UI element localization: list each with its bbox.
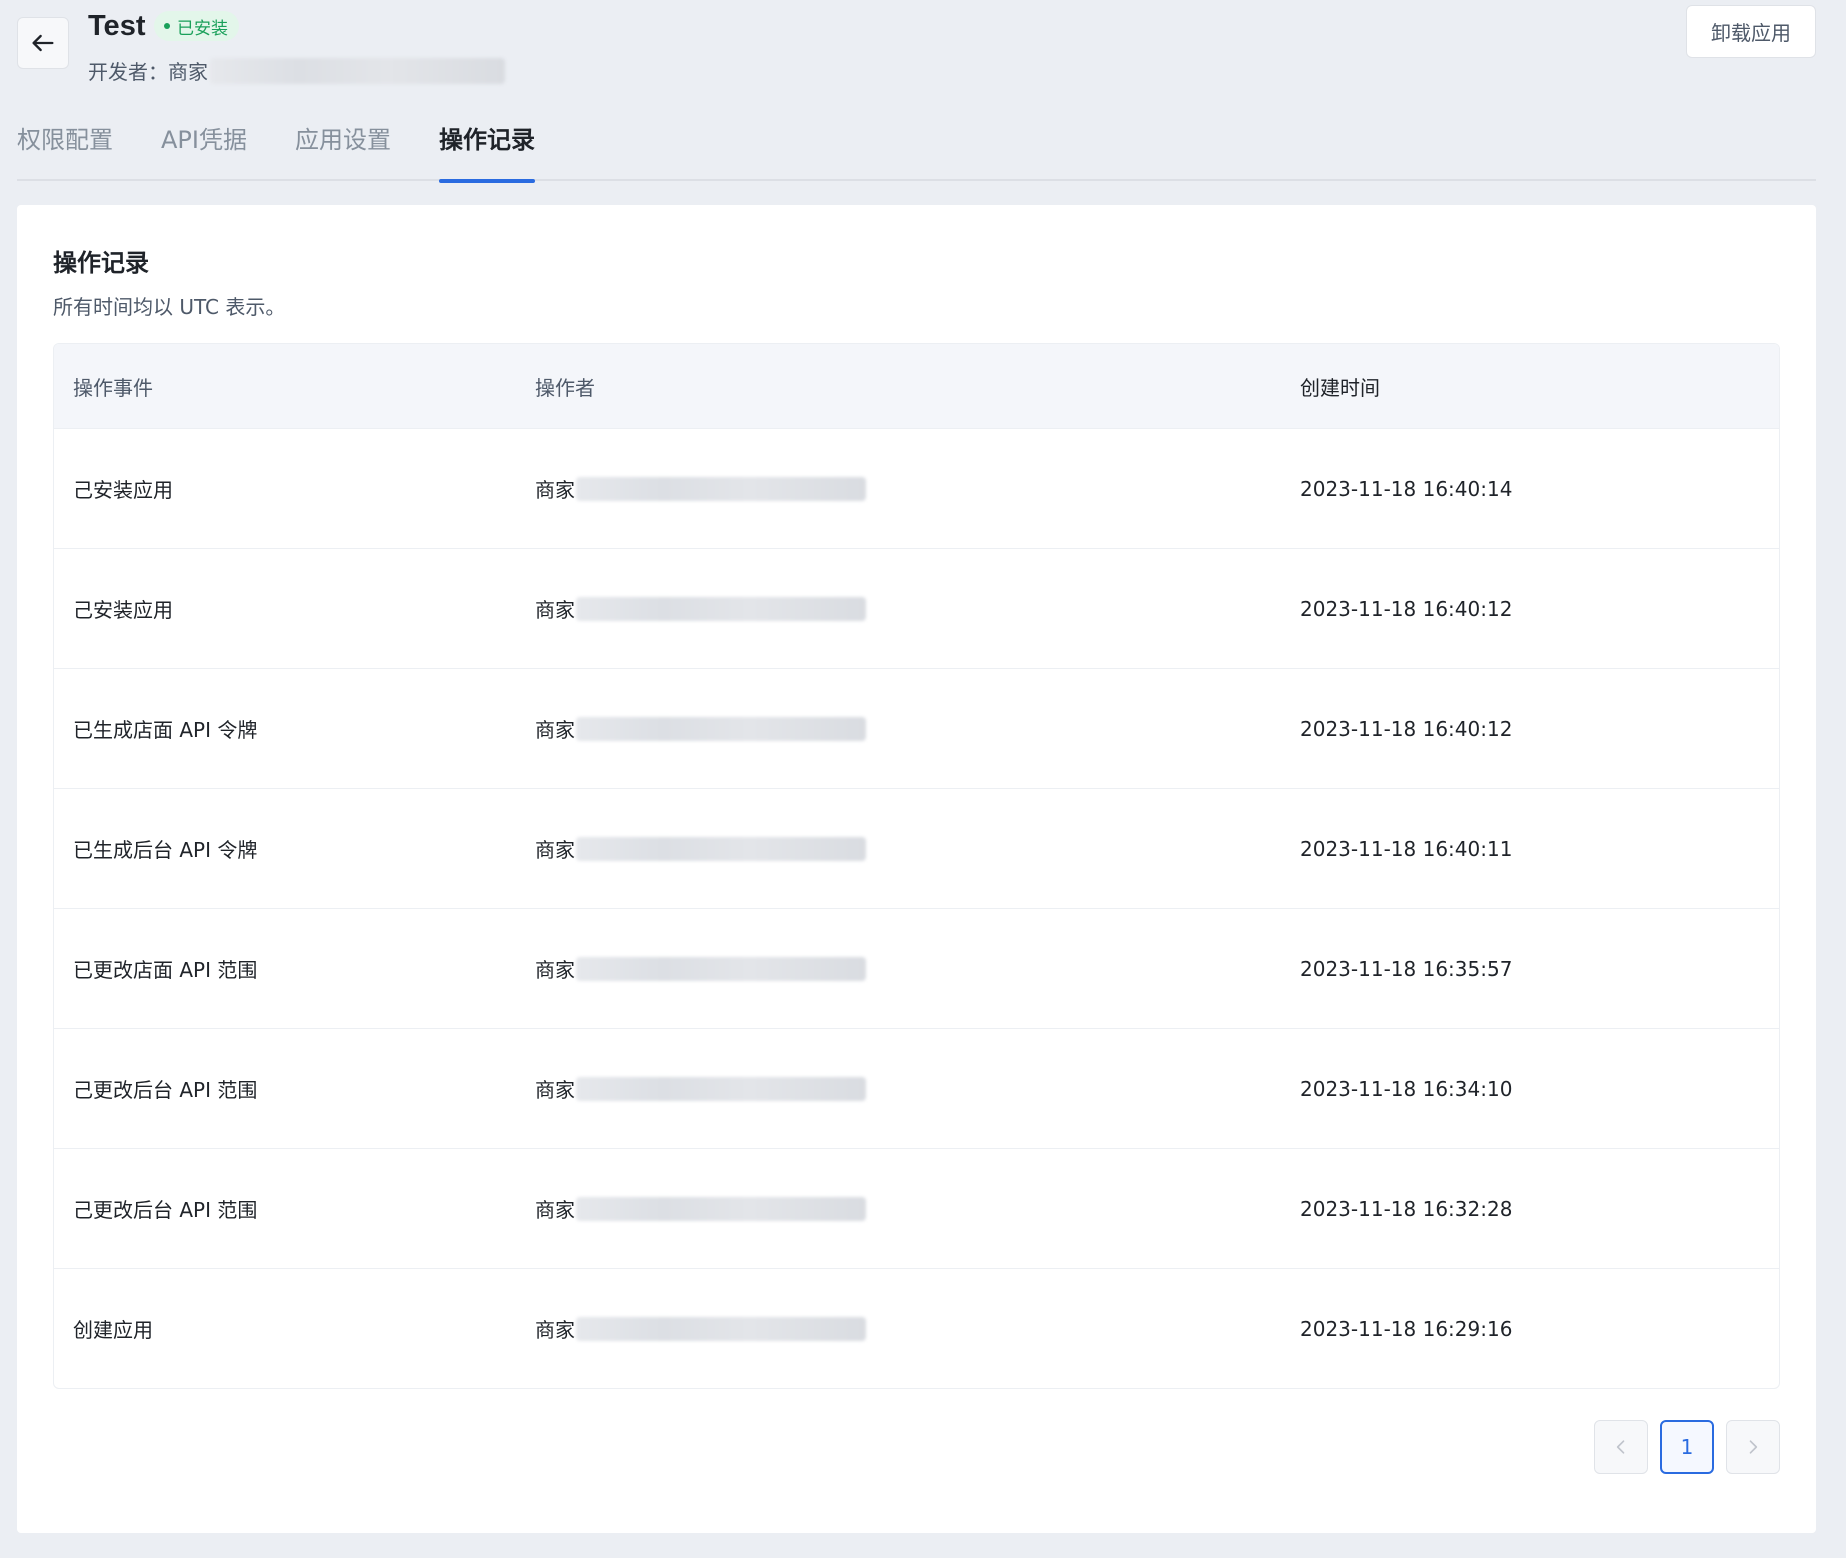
operator-name: 商家 — [535, 1198, 575, 1222]
operator-name: 商家 — [535, 838, 575, 862]
table-row: 己安装应用 商家 2023-11-18 16:40:12 — [54, 548, 1779, 668]
page-button-current[interactable]: 1 — [1660, 1420, 1714, 1474]
table-row: 已生成店面 API 令牌 商家 2023-11-18 16:40:12 — [54, 668, 1779, 788]
operator-name: 商家 — [535, 958, 575, 982]
operator-cell: 商家 — [535, 714, 1300, 743]
chevron-right-icon — [1749, 1440, 1758, 1454]
redacted-email — [576, 956, 866, 981]
developer-label: 开发者：商家 — [88, 60, 208, 84]
time-cell: 2023-11-18 16:32:28 — [1300, 1196, 1513, 1221]
tab-permissions[interactable]: 权限配置 — [17, 110, 113, 181]
activity-table: 操作事件 操作者 创建时间 己安装应用 商家 2023-11-18 16:40:… — [53, 343, 1780, 1389]
redacted-email — [576, 1076, 866, 1101]
column-header-event: 操作事件 — [73, 375, 153, 400]
operator-name: 商家 — [535, 478, 575, 502]
tab-app-settings[interactable]: 应用设置 — [295, 110, 391, 181]
event-cell: 创建应用 — [73, 1318, 153, 1342]
operator-cell: 商家 — [535, 1074, 1300, 1103]
time-cell: 2023-11-18 16:35:57 — [1300, 956, 1513, 981]
table-header: 操作事件 操作者 创建时间 — [54, 344, 1779, 428]
next-page-button[interactable] — [1726, 1420, 1780, 1474]
redacted-email — [576, 596, 866, 621]
back-button[interactable] — [17, 17, 69, 69]
operator-name: 商家 — [535, 598, 575, 622]
column-header-time: 创建时间 — [1300, 375, 1380, 400]
tab-activity-log[interactable]: 操作记录 — [438, 110, 535, 183]
table-row: 创建应用 商家 2023-11-18 16:29:16 — [54, 1268, 1779, 1388]
table-row: 已更改店面 API 范围 商家 2023-11-18 16:35:57 — [54, 908, 1779, 1028]
arrow-left-icon — [32, 34, 54, 52]
section-title: 操作记录 — [53, 249, 149, 277]
status-badge-label: 已安装 — [177, 18, 228, 39]
prev-page-button[interactable] — [1594, 1420, 1648, 1474]
status-badge: 已安装 — [154, 11, 239, 41]
operator-cell: 商家 — [535, 834, 1300, 863]
operator-cell: 商家 — [535, 1194, 1300, 1223]
operator-name: 商家 — [535, 718, 575, 742]
table-row: 己更改后台 API 范围 商家 2023-11-18 16:32:28 — [54, 1148, 1779, 1268]
redacted-email — [576, 716, 866, 741]
time-cell: 2023-11-18 16:29:16 — [1300, 1316, 1513, 1341]
redacted-email — [576, 476, 866, 501]
chevron-left-icon — [1616, 1440, 1625, 1454]
time-cell: 2023-11-18 16:40:14 — [1300, 476, 1513, 501]
developer-info: 开发者：商家 — [88, 56, 505, 85]
operator-name: 商家 — [535, 1078, 575, 1102]
tab-bar: 权限配置 API凭据 应用设置 操作记录 — [17, 110, 1816, 183]
event-cell: 己安装应用 — [73, 598, 173, 622]
app-title: Test — [88, 10, 146, 42]
time-cell: 2023-11-18 16:34:10 — [1300, 1076, 1513, 1101]
operator-cell: 商家 — [535, 1314, 1300, 1343]
status-dot-icon — [164, 23, 170, 29]
event-cell: 己更改后台 API 范围 — [73, 1198, 258, 1222]
time-cell: 2023-11-18 16:40:11 — [1300, 836, 1513, 861]
event-cell: 已生成店面 API 令牌 — [73, 718, 258, 742]
activity-log-card: 操作记录 所有时间均以 UTC 表示。 操作事件 操作者 创建时间 己安装应用 … — [17, 205, 1816, 1533]
event-cell: 已生成后台 API 令牌 — [73, 838, 258, 862]
table-row: 已生成后台 API 令牌 商家 2023-11-18 16:40:11 — [54, 788, 1779, 908]
operator-name: 商家 — [535, 1318, 575, 1342]
column-header-operator: 操作者 — [535, 375, 595, 400]
operator-cell: 商家 — [535, 954, 1300, 983]
time-cell: 2023-11-18 16:40:12 — [1300, 596, 1513, 621]
redacted-email — [576, 1196, 866, 1221]
redacted-email — [576, 836, 866, 861]
event-cell: 己安装应用 — [73, 478, 173, 502]
time-cell: 2023-11-18 16:40:12 — [1300, 716, 1513, 741]
operator-cell: 商家 — [535, 594, 1300, 623]
pagination: 1 — [1594, 1420, 1780, 1474]
redacted-email — [576, 1316, 866, 1341]
event-cell: 己更改后台 API 范围 — [73, 1078, 258, 1102]
section-subtitle: 所有时间均以 UTC 表示。 — [53, 295, 286, 319]
operator-cell: 商家 — [535, 474, 1300, 503]
redacted-email — [210, 57, 505, 84]
event-cell: 已更改店面 API 范围 — [73, 958, 258, 982]
table-row: 己更改后台 API 范围 商家 2023-11-18 16:34:10 — [54, 1028, 1779, 1148]
tab-api-credentials[interactable]: API凭据 — [161, 110, 247, 181]
table-row: 己安装应用 商家 2023-11-18 16:40:14 — [54, 428, 1779, 548]
app-detail-page: Test 已安装 开发者：商家 卸载应用 权限配置 API凭据 应用设置 操作记… — [0, 0, 1846, 1558]
uninstall-app-button[interactable]: 卸载应用 — [1686, 5, 1816, 58]
